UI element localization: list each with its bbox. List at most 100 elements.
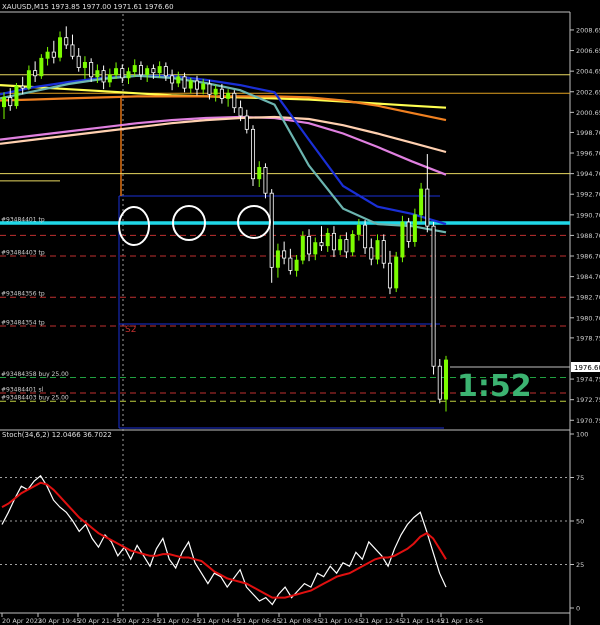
price-tick-label: 1996.70: [576, 150, 600, 158]
s2-label: S2: [125, 325, 136, 335]
price-tick-label: 2006.65: [576, 47, 600, 55]
candle-body: [151, 68, 156, 74]
candle-body: [120, 68, 125, 79]
candle-body: [82, 62, 87, 68]
candle-body: [45, 51, 50, 59]
price-tick-label: 1978.75: [576, 334, 600, 342]
trading-chart: #93484401 tp #93484403 tp #93484356 tp #934…: [0, 0, 600, 625]
price-tick-label: 2008.65: [576, 26, 600, 34]
stoch-tick-label: 100: [576, 431, 588, 439]
symbol-label: XAUUSD,M15: [2, 3, 49, 11]
candle-body: [381, 240, 386, 264]
time-tick-label: 21 Apr 02:45: [158, 617, 200, 625]
candle-body: [294, 259, 299, 271]
time-tick-label: 20 Apr 2023: [2, 617, 42, 625]
candle-body: [207, 83, 212, 95]
candle-body: [126, 71, 131, 79]
symbol-header: XAUUSD,M15 1973.85 1977.00 1971.61 1976.…: [2, 3, 174, 11]
time-tick-label: 20 Apr 19:45: [38, 617, 80, 625]
candle-body: [238, 107, 243, 117]
candle-body: [319, 242, 324, 247]
candle-body: [263, 167, 268, 194]
candle-body: [363, 224, 368, 249]
time-tick-label: 21 Apr 14:45: [402, 617, 444, 625]
candle-body: [394, 256, 399, 289]
candle-body: [2, 97, 7, 108]
level-label: #93484403 buy 25.00: [1, 395, 69, 402]
level-label: #93484354 tp: [1, 320, 45, 327]
stoch-tick-label: 0: [576, 605, 580, 613]
candle-body: [107, 74, 112, 83]
time-tick-label: 21 Apr 08:45: [279, 617, 321, 625]
candle-body: [95, 70, 100, 78]
candle-body: [443, 359, 448, 400]
candle-body: [331, 232, 336, 251]
price-tick-label: 2002.65: [576, 88, 600, 96]
candle-body: [145, 68, 150, 76]
candle-body: [138, 65, 143, 76]
candle-body: [257, 167, 262, 180]
candle-body: [275, 250, 280, 268]
candle-body: [182, 76, 187, 89]
candle-body: [51, 51, 56, 58]
candle-body: [288, 257, 293, 271]
time-tick-label: 20 Apr 23:45: [118, 617, 160, 625]
candle-body: [33, 70, 38, 77]
candle-body: [201, 83, 206, 90]
candle-body: [232, 92, 237, 109]
candle-body: [325, 232, 330, 247]
candle-body: [251, 128, 256, 180]
candle-body: [313, 242, 318, 255]
candle-body: [188, 80, 193, 89]
price-tick-label: 1998.70: [576, 129, 600, 137]
candle-body: [70, 44, 75, 57]
candle-body: [425, 188, 430, 227]
time-tick-label: 20 Apr 21:45: [78, 617, 120, 625]
candle-body: [20, 85, 25, 89]
candle-body: [163, 66, 168, 77]
candle-body: [14, 85, 19, 107]
time-tick-label: 21 Apr 06:45: [238, 617, 280, 625]
candle-body: [176, 76, 181, 84]
candle-body: [64, 37, 69, 46]
candle-body: [194, 80, 199, 90]
price-tick-label: 1988.70: [576, 232, 600, 240]
time-tick-label: 21 Apr 16:45: [441, 617, 483, 625]
stoch-tick-label: 75: [576, 474, 584, 482]
stoch-header: Stoch(34,6,2) 12.0466 36.7022: [2, 431, 112, 439]
candle-body: [419, 188, 424, 216]
candle-body: [219, 88, 224, 99]
candle-body: [226, 92, 231, 99]
level-label: #93484401 tp: [1, 217, 45, 224]
price-tick-label: 1982.70: [576, 294, 600, 302]
risk-reward-ratio: 1:52: [457, 369, 532, 404]
candle-body: [26, 70, 31, 89]
candle-body: [400, 221, 405, 258]
candle-body: [170, 75, 175, 84]
price-tick-label: 1970.75: [576, 417, 600, 425]
candle-body: [369, 247, 374, 260]
candle-body: [101, 70, 106, 83]
level-label: #93484358 buy 25.00: [1, 371, 69, 378]
candle-body: [412, 214, 417, 242]
candle-body: [338, 239, 343, 251]
candle-body: [431, 225, 436, 367]
time-tick-label: 21 Apr 04:45: [198, 617, 240, 625]
price-tick-label: 1972.75: [576, 396, 600, 404]
price-tick-label: 2004.65: [576, 68, 600, 76]
price-tick-label: 2000.65: [576, 109, 600, 117]
price-tick-label: 1990.70: [576, 211, 600, 219]
price-tag-text: 1976.60: [574, 364, 600, 372]
stoch-tick-label: 50: [576, 518, 584, 526]
time-tick-label: 21 Apr 10:45: [320, 617, 362, 625]
candle-body: [387, 262, 392, 289]
level-label: #93484356 tp: [1, 291, 45, 298]
level-label: #93484401 sl: [1, 386, 44, 393]
candle-body: [282, 250, 287, 259]
candle-body: [300, 236, 305, 261]
candle-body: [307, 236, 312, 255]
price-tick-label: 1994.70: [576, 170, 600, 178]
time-tick-label: 21 Apr 12:45: [361, 617, 403, 625]
price-tick-label: 1992.70: [576, 191, 600, 199]
candle-body: [269, 192, 274, 268]
